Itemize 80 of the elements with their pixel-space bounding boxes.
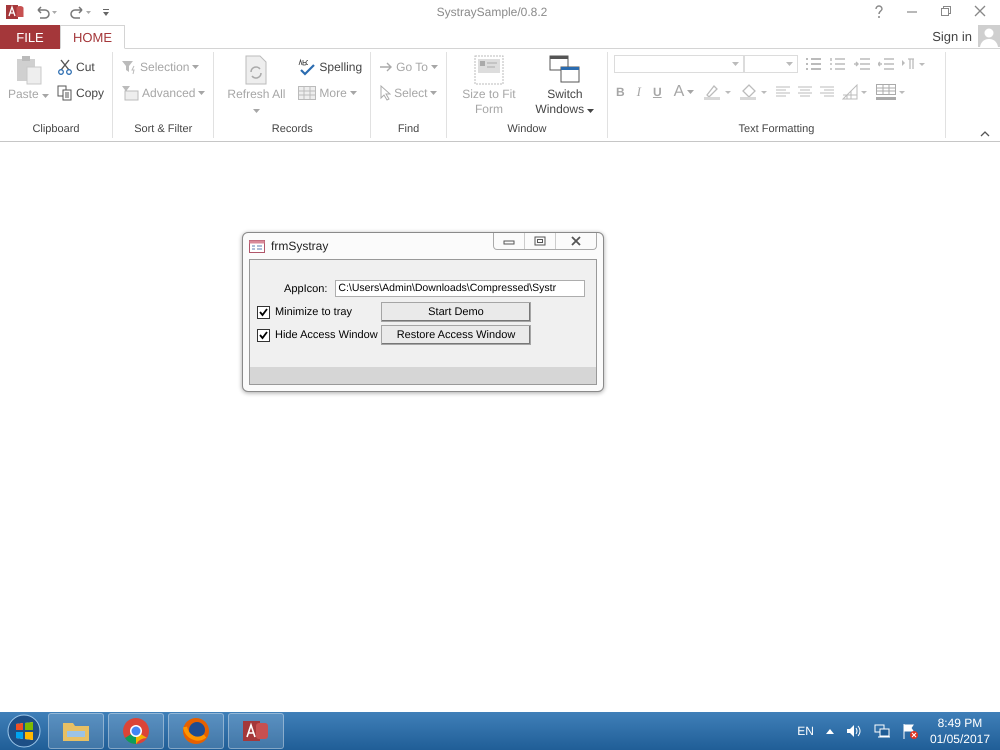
fill-color-icon[interactable] xyxy=(740,84,768,100)
caret-icon xyxy=(198,91,206,95)
cursor-icon xyxy=(379,85,392,101)
group-label: Window xyxy=(506,123,548,137)
database-app-taskbar-button[interactable] xyxy=(228,713,284,749)
caret-icon xyxy=(192,65,200,69)
caret-icon xyxy=(687,90,694,94)
show-hidden-icons-icon[interactable] xyxy=(826,728,834,734)
ribbon-tab[interactable]: FILE xyxy=(0,25,60,49)
caret-icon xyxy=(786,62,793,66)
fox-globe-icon xyxy=(182,717,210,745)
advanced-filter-icon xyxy=(121,85,140,101)
customize-toolbar-icon[interactable] xyxy=(102,7,110,17)
browser-taskbar-button[interactable] xyxy=(108,713,164,749)
row-color-icon[interactable] xyxy=(876,84,906,100)
align-center-icon[interactable] xyxy=(798,86,812,98)
help-icon[interactable] xyxy=(874,5,884,19)
checkbox[interactable] xyxy=(257,328,270,342)
clock-date[interactable]: 01/05/2017 xyxy=(930,731,990,747)
redo-icon[interactable] xyxy=(68,5,92,19)
indent-icon[interactable] xyxy=(854,58,870,70)
checkbox-label: Hide Access Window xyxy=(275,329,378,341)
caret-icon xyxy=(430,91,438,95)
flag-icon[interactable] xyxy=(902,723,918,739)
collapse-ribbon-icon[interactable] xyxy=(980,131,990,137)
field-label: AppIcon: xyxy=(284,282,328,294)
bullet-list-icon[interactable] xyxy=(806,57,822,71)
scissors-icon xyxy=(57,59,74,75)
switch-windows-icon xyxy=(548,55,581,85)
sign-in-link[interactable]: Sign in xyxy=(932,28,972,44)
form-title: frmSystray xyxy=(271,239,330,253)
size-to-fit-icon xyxy=(474,55,504,85)
caret-icon xyxy=(587,109,594,113)
arrow-icon xyxy=(379,61,394,73)
group-label: Sort & Filter xyxy=(133,123,194,137)
refresh-icon xyxy=(243,55,270,85)
filter-icon xyxy=(121,59,138,75)
caret-icon xyxy=(252,109,260,113)
group-label: Text Formatting xyxy=(738,123,816,137)
form-icon xyxy=(249,240,265,252)
language-indicator[interactable]: EN xyxy=(797,724,814,738)
paragraph-direction-icon[interactable] xyxy=(902,58,926,70)
highlight-icon[interactable] xyxy=(704,84,732,100)
caret-icon xyxy=(42,94,50,98)
input-field[interactable]: C:\Users\Admin\Downloads\Compressed\Systr xyxy=(335,280,586,297)
window-title: SystraySample/0.8.2 xyxy=(436,5,548,19)
group-label: Records xyxy=(270,123,314,137)
ribbon-button[interactable]: Cut xyxy=(55,57,106,77)
checkbox[interactable] xyxy=(257,306,270,318)
app-logo-icon xyxy=(6,3,24,21)
browser-logo-icon xyxy=(122,717,150,745)
clock-time[interactable]: 8:49 PM xyxy=(938,715,982,731)
table-icon xyxy=(298,86,316,100)
browser-taskbar-button[interactable] xyxy=(168,713,224,749)
ribbon-button[interactable]: Spelling xyxy=(296,57,364,77)
group-label: Clipboard xyxy=(31,123,81,137)
align-left-icon[interactable] xyxy=(776,86,790,98)
speaker-icon[interactable] xyxy=(846,724,862,738)
form-button[interactable]: Restore Access Window xyxy=(381,325,531,345)
spelling-icon xyxy=(298,58,316,76)
outdent-icon[interactable] xyxy=(878,58,894,70)
gridlines-icon[interactable] xyxy=(842,84,868,100)
restore-icon[interactable] xyxy=(940,5,952,17)
clipboard-icon xyxy=(14,55,43,85)
network-icon[interactable] xyxy=(874,724,890,738)
close-icon[interactable] xyxy=(974,5,986,17)
ribbon-button[interactable]: Switch Windows xyxy=(528,55,601,123)
align-right-icon[interactable] xyxy=(820,86,834,98)
caret-icon xyxy=(350,91,357,95)
copy-icon xyxy=(57,85,74,101)
file-explorer-taskbar-button[interactable] xyxy=(48,713,104,749)
checkbox-label: Minimize to tray xyxy=(275,306,352,318)
numbered-list-icon[interactable] xyxy=(830,57,846,71)
ribbon-button[interactable]: Copy xyxy=(55,83,106,103)
group-label: Find xyxy=(396,123,420,137)
caret-icon xyxy=(732,62,739,66)
caret-icon xyxy=(430,65,438,69)
database-app-icon xyxy=(242,718,270,744)
ribbon-tab[interactable]: HOME xyxy=(60,25,125,49)
form-button[interactable]: Start Demo xyxy=(381,302,531,322)
